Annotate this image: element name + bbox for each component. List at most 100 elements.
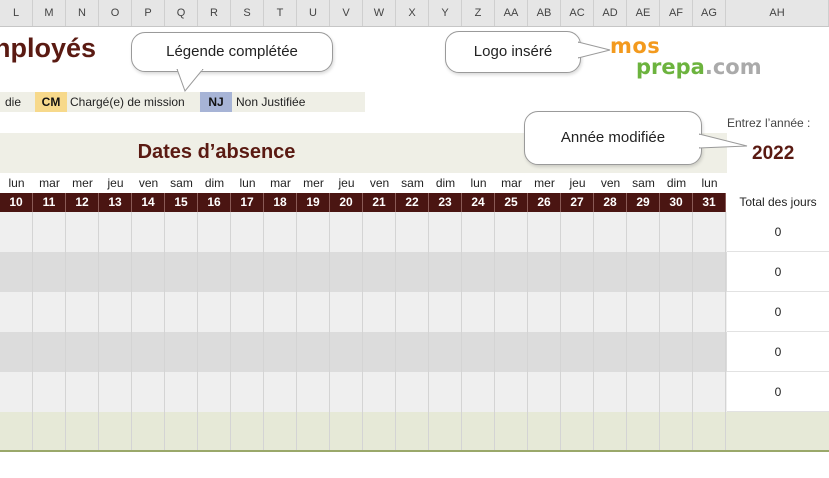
absence-cell[interactable]	[198, 372, 231, 412]
absence-cell[interactable]	[660, 252, 693, 292]
absence-cell[interactable]	[165, 332, 198, 372]
absence-cell[interactable]	[165, 212, 198, 252]
absence-cell[interactable]	[396, 252, 429, 292]
absence-cell[interactable]	[693, 212, 726, 252]
column-header-s[interactable]: S	[231, 0, 264, 26]
absence-cell[interactable]	[132, 252, 165, 292]
absence-cell[interactable]	[264, 292, 297, 332]
summary-cell[interactable]	[33, 412, 66, 450]
absence-cell[interactable]	[594, 332, 627, 372]
absence-cell[interactable]	[66, 252, 99, 292]
absence-cell[interactable]	[462, 332, 495, 372]
column-header-o[interactable]: O	[99, 0, 132, 26]
absence-cell[interactable]	[495, 372, 528, 412]
absence-cell[interactable]	[99, 252, 132, 292]
summary-cell[interactable]	[429, 412, 462, 450]
absence-cell[interactable]	[33, 212, 66, 252]
absence-cell[interactable]	[462, 212, 495, 252]
absence-cell[interactable]	[561, 292, 594, 332]
absence-cell[interactable]	[363, 252, 396, 292]
absence-cell[interactable]	[495, 292, 528, 332]
absence-cell[interactable]	[561, 252, 594, 292]
absence-cell[interactable]	[693, 332, 726, 372]
column-header-ac[interactable]: AC	[561, 0, 594, 26]
absence-cell[interactable]	[561, 212, 594, 252]
absence-cell[interactable]	[528, 372, 561, 412]
absence-cell[interactable]	[693, 252, 726, 292]
absence-cell[interactable]	[264, 212, 297, 252]
summary-cell[interactable]	[528, 412, 561, 450]
absence-cell[interactable]	[132, 332, 165, 372]
absence-cell[interactable]	[231, 332, 264, 372]
absence-cell[interactable]	[99, 332, 132, 372]
absence-cell[interactable]	[660, 212, 693, 252]
column-header-ab[interactable]: AB	[528, 0, 561, 26]
absence-cell[interactable]	[462, 292, 495, 332]
column-header-t[interactable]: T	[264, 0, 297, 26]
column-header-u[interactable]: U	[297, 0, 330, 26]
absence-cell[interactable]	[528, 292, 561, 332]
absence-cell[interactable]	[33, 332, 66, 372]
absence-cell[interactable]	[297, 292, 330, 332]
absence-cell[interactable]	[132, 292, 165, 332]
absence-cell[interactable]	[297, 252, 330, 292]
column-header-v[interactable]: V	[330, 0, 363, 26]
year-input[interactable]: 2022	[752, 143, 794, 165]
absence-cell[interactable]	[132, 212, 165, 252]
column-header-r[interactable]: R	[198, 0, 231, 26]
summary-cell[interactable]	[165, 412, 198, 450]
absence-cell[interactable]	[33, 292, 66, 332]
absence-cell[interactable]	[0, 212, 33, 252]
absence-cell[interactable]	[330, 292, 363, 332]
column-header-ae[interactable]: AE	[627, 0, 660, 26]
summary-cell[interactable]	[66, 412, 99, 450]
column-header-ah[interactable]: AH	[726, 0, 829, 26]
column-header-n[interactable]: N	[66, 0, 99, 26]
column-header-z[interactable]: Z	[462, 0, 495, 26]
absence-cell[interactable]	[297, 372, 330, 412]
absence-cell[interactable]	[429, 332, 462, 372]
absence-cell[interactable]	[231, 372, 264, 412]
summary-cell[interactable]	[264, 412, 297, 450]
summary-cell[interactable]	[495, 412, 528, 450]
summary-cell[interactable]	[462, 412, 495, 450]
absence-cell[interactable]	[627, 212, 660, 252]
summary-cell[interactable]	[660, 412, 693, 450]
absence-cell[interactable]	[660, 292, 693, 332]
absence-cell[interactable]	[0, 252, 33, 292]
absence-cell[interactable]	[198, 332, 231, 372]
absence-cell[interactable]	[297, 212, 330, 252]
absence-cell[interactable]	[0, 372, 33, 412]
absence-cell[interactable]	[363, 372, 396, 412]
absence-cell[interactable]	[627, 252, 660, 292]
absence-cell[interactable]	[495, 332, 528, 372]
absence-cell[interactable]	[0, 292, 33, 332]
summary-cell[interactable]	[627, 412, 660, 450]
absence-cell[interactable]	[198, 212, 231, 252]
absence-cell[interactable]	[594, 372, 627, 412]
absence-cell[interactable]	[627, 332, 660, 372]
summary-cell[interactable]	[330, 412, 363, 450]
absence-cell[interactable]	[660, 332, 693, 372]
summary-cell[interactable]	[396, 412, 429, 450]
summary-cell[interactable]	[231, 412, 264, 450]
absence-cell[interactable]	[0, 332, 33, 372]
absence-cell[interactable]	[528, 212, 561, 252]
absence-cell[interactable]	[594, 292, 627, 332]
absence-cell[interactable]	[363, 212, 396, 252]
column-header-aa[interactable]: AA	[495, 0, 528, 26]
absence-cell[interactable]	[99, 212, 132, 252]
absence-cell[interactable]	[528, 252, 561, 292]
absence-cell[interactable]	[660, 372, 693, 412]
summary-cell[interactable]	[594, 412, 627, 450]
absence-cell[interactable]	[528, 332, 561, 372]
absence-cell[interactable]	[198, 292, 231, 332]
column-header-w[interactable]: W	[363, 0, 396, 26]
absence-cell[interactable]	[693, 372, 726, 412]
absence-cell[interactable]	[99, 372, 132, 412]
column-header-x[interactable]: X	[396, 0, 429, 26]
absence-cell[interactable]	[429, 372, 462, 412]
summary-cell[interactable]	[99, 412, 132, 450]
absence-cell[interactable]	[594, 252, 627, 292]
summary-cell[interactable]	[132, 412, 165, 450]
